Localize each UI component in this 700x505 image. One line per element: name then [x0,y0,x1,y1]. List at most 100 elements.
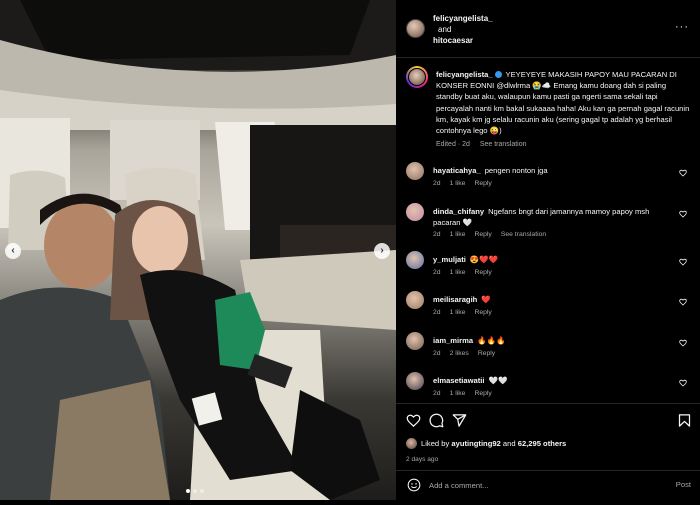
post-header: felicyangelista_ and hitocaesar ··· [396,0,700,58]
author-avatar[interactable] [406,19,425,38]
commenter-username[interactable]: hayaticahya_ [433,166,481,175]
post-modal: ‹ › felicyangelista_ and hitocaesar ··· … [0,0,700,505]
comment-text-block: hayaticahya_ pengen nonton jga [433,165,669,176]
caption-text: YEYEYEYE MAKASIH PAPOY MAU PACARAN DI KO… [436,70,690,136]
comment-item: iam_mirma 🔥🔥🔥 2d 2 likes Reply [406,331,696,373]
caption-body: felicyangelista_ YEYEYEYE MAKASIH PAPOY … [436,69,694,150]
likes-count[interactable]: 62,295 others [518,439,567,448]
comment-likes[interactable]: 1 like [450,309,466,316]
share-icon[interactable] [452,413,467,428]
add-comment-bar: Post [396,470,700,500]
commenter-avatar[interactable] [406,250,424,269]
comment-text-block: y_muljati 😍❤️❤️ [433,254,669,265]
comment-item: dinda_chifany Ngefans bngt dari jamannya … [406,202,696,251]
verified-badge-icon [494,71,502,78]
caption-meta: Edited · 2d See translation [436,139,694,150]
commenter-username[interactable]: y_muljati [433,255,466,264]
comment-item: hayaticahya_ pengen nonton jga 2d 1 like Rep… [406,162,696,203]
comment-text: pengen nonton jga [484,166,548,175]
comment-time: 2d [433,230,441,238]
comment-meta: 2d 2 likes Reply [433,350,504,357]
see-translation-link[interactable]: See translation [480,141,527,148]
comment-list: hayaticahya_ pengen nonton jga 2d 1 like Rep… [406,162,696,413]
post-time: 2 days ago [406,456,439,463]
caption-username[interactable]: felicyangelista_ [436,70,493,79]
carousel-dot [193,489,197,493]
bookmark-icon[interactable] [677,413,692,428]
comment-like-heart-icon[interactable] [679,258,687,266]
commenter-username[interactable]: meilisaragih [433,295,477,304]
comment-text-block: dinda_chifany Ngefans bngt dari jamannya … [433,206,669,228]
author-username-2[interactable]: hitocaesar [433,35,493,46]
comment-time: 2d [433,349,441,357]
commenter-username[interactable]: iam_mirma [433,336,473,345]
commenter-avatar[interactable] [406,372,424,390]
commenter-username[interactable]: dinda_chifany [433,207,484,216]
comment-reply-button[interactable]: Reply [478,350,495,357]
comment-likes[interactable]: 1 like [450,269,466,276]
comment-time: 2d [433,268,441,276]
author-username-1[interactable]: felicyangelista_ [433,13,493,24]
comment-reply-button[interactable]: Reply [474,231,491,238]
comment-likes[interactable]: 1 like [450,231,466,238]
chevron-left-icon[interactable]: ‹ [5,243,21,259]
comment-item: meilisaragih ❤️ 2d 1 like Reply [406,291,696,332]
comment-meta: 2d 1 like Reply See translation [433,231,555,238]
comment-like-heart-icon[interactable] [679,339,687,347]
comment-likes[interactable]: 1 like [450,390,466,397]
comment-meta: 2d 1 like Reply [433,269,501,276]
commenter-avatar[interactable] [406,291,424,309]
comment-reply-button[interactable]: Reply [474,309,491,316]
chevron-right-icon[interactable]: › [374,243,390,259]
likes-middle: and [502,439,516,448]
more-icon[interactable]: ··· [675,21,689,33]
car-interior-photo [0,0,396,500]
comment-reply-button[interactable]: Reply [474,390,491,397]
post-sidebar: felicyangelista_ and hitocaesar ··· feli… [396,0,700,500]
post-authors: felicyangelista_ and hitocaesar [433,13,493,46]
comment-like-heart-icon[interactable] [679,379,687,387]
comment-likes[interactable]: 2 likes [450,350,469,357]
comment-time: 2d [433,180,441,187]
caption-edited-time: Edited · 2d [436,141,470,149]
post-comment-button[interactable]: Post [676,480,691,489]
liker-username[interactable]: ayutingting92 [451,439,500,448]
carousel-dot [200,489,204,493]
comment-reply-button[interactable]: Reply [474,269,491,276]
post-photo[interactable]: ‹ › [0,0,396,500]
add-comment-input[interactable] [429,478,649,492]
comment-text-block: elmasetiawatii 🤍🤍 [433,375,669,386]
comment-text: ❤️ [481,295,491,304]
comment-like-heart-icon[interactable] [679,298,687,306]
comment-likes[interactable]: 1 like [450,180,466,187]
comment-time: 2d [433,309,441,316]
commenter-avatar[interactable] [406,202,424,221]
comment-meta: 2d 1 like Reply [433,390,501,397]
see-translation-link[interactable]: See translation [501,231,546,238]
likes-prefix: Liked by [421,439,450,448]
comment-item: y_muljati 😍❤️❤️ 2d 1 like Reply [406,250,696,292]
comment-like-heart-icon[interactable] [679,169,687,177]
comment-meta: 2d 1 like Reply [433,309,501,316]
comment-like-heart-icon[interactable] [679,210,687,218]
carousel-dots [186,489,204,493]
emoji-icon[interactable] [407,478,421,492]
comment-time: 2d [433,390,441,397]
comment-reply-button[interactable]: Reply [474,180,491,187]
comment-text-block: meilisaragih ❤️ [433,294,669,305]
comment-meta: 2d 1 like Reply [433,180,501,187]
caption-avatar[interactable] [406,66,428,88]
commenter-avatar[interactable] [406,331,424,350]
comment-text-block: iam_mirma 🔥🔥🔥 [433,335,669,346]
likes-summary: Liked by ayutingting92 and 62,295 others [406,438,566,449]
commenter-username[interactable]: elmasetiawatii [433,376,485,385]
action-bar: Liked by ayutingting92 and 62,295 others… [396,403,700,473]
comment-text: 🤍🤍 [488,376,508,385]
authors-conjunction: and [438,25,452,34]
comment-text: 😍❤️❤️ [469,254,499,264]
commenter-avatar[interactable] [406,162,424,180]
liker-avatar[interactable] [406,438,417,449]
carousel-dot [186,489,190,493]
comment-icon[interactable] [429,413,444,428]
heart-icon[interactable] [406,413,421,428]
